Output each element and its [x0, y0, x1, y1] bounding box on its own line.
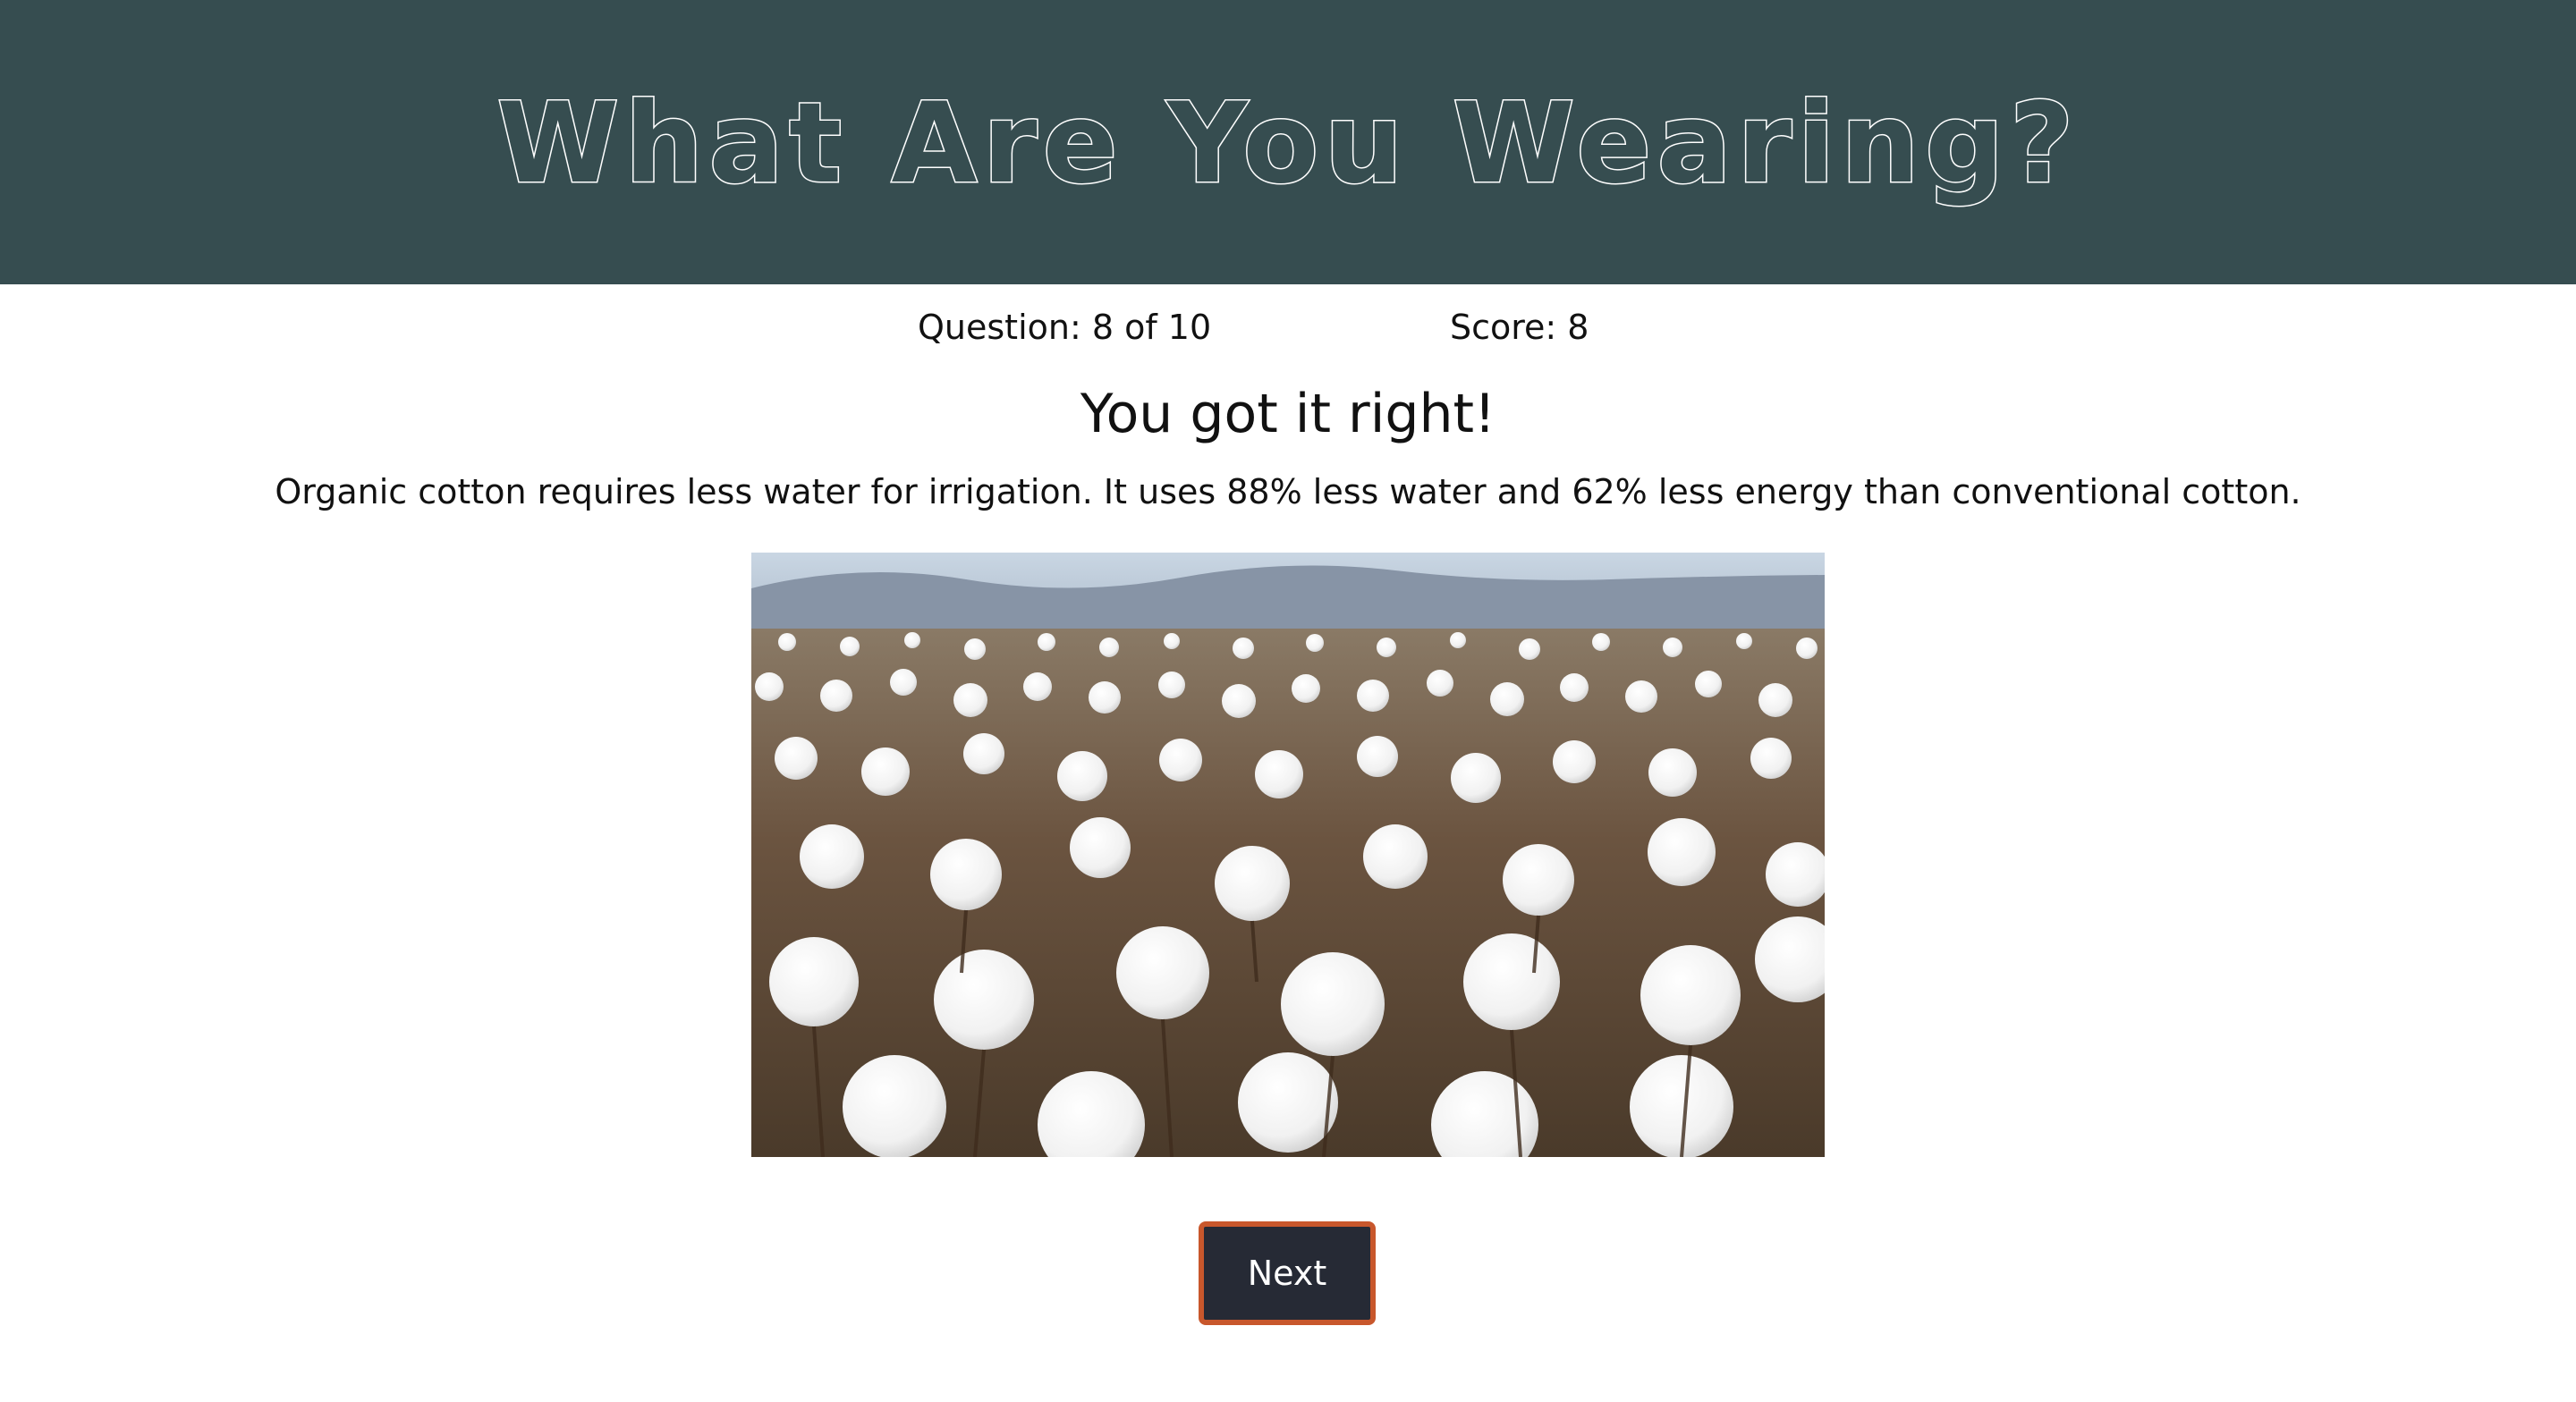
- cotton-field-image: [751, 553, 1825, 1157]
- cotton-field-illustration: [751, 553, 1825, 1157]
- answer-explanation: Organic cotton requires less water for i…: [275, 472, 2301, 511]
- score-display: Score: 8: [1450, 308, 1589, 347]
- site-title: What Are You Wearing?: [496, 79, 2079, 210]
- answer-feedback-heading: You got it right!: [1080, 383, 1496, 445]
- site-title-text: What Are You Wearing?: [496, 80, 2079, 208]
- quiz-status-bar: Question: 8 of 10 Score: 8: [0, 308, 2576, 356]
- site-header: What Are You Wearing?: [0, 0, 2576, 284]
- next-button[interactable]: Next: [1199, 1221, 1376, 1325]
- question-counter: Question: 8 of 10: [918, 308, 1212, 347]
